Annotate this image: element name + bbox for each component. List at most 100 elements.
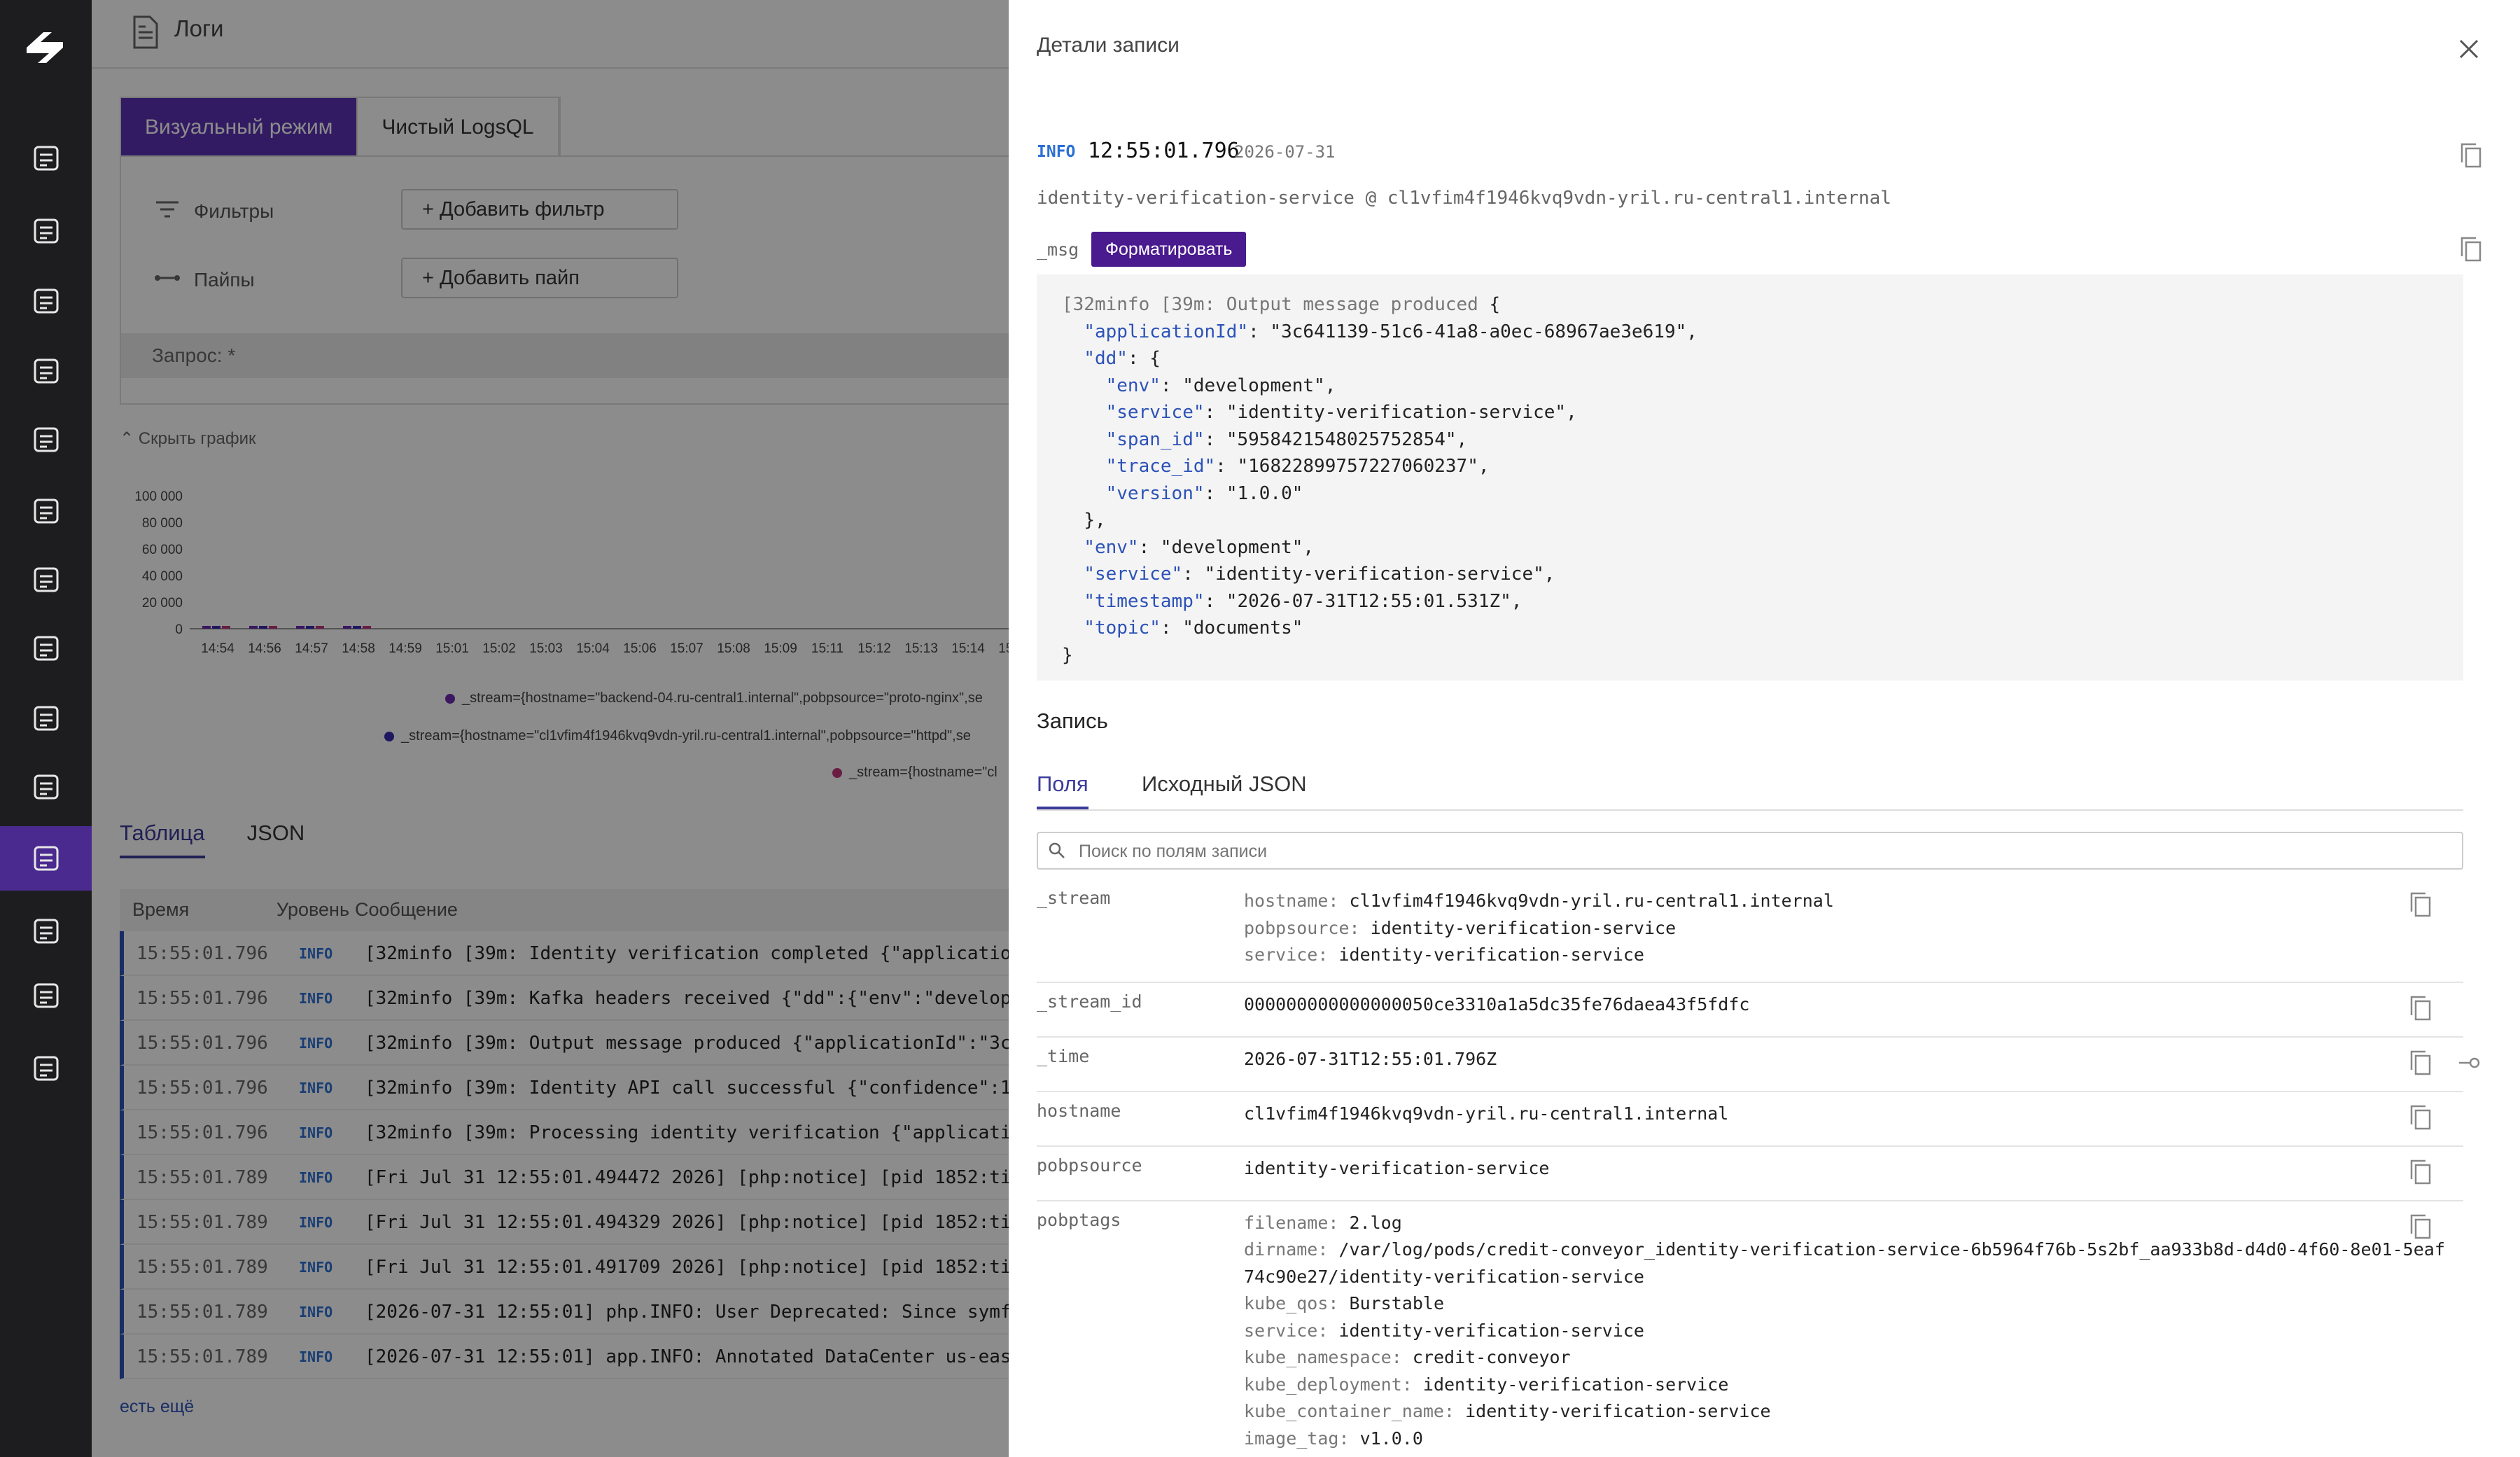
field-row-pobpsource: pobpsource identity-verification-service <box>1037 1145 2463 1201</box>
record-tabs: Поля Исходный JSON <box>1037 769 2463 811</box>
field-subkey: hostname: <box>1244 891 1339 911</box>
alerts-icon <box>34 567 58 592</box>
copy-icon[interactable] <box>2409 1213 2432 1241</box>
record-details-drawer: Детали записи INFO 12:55:01.796 2026-07-… <box>1009 0 2520 1457</box>
field-subkey: service: <box>1244 1320 1329 1341</box>
field-subkey: image_tag: <box>1244 1428 1350 1449</box>
search-icon <box>1049 842 1065 858</box>
json-key: "env" <box>1084 536 1139 558</box>
home-icon <box>34 146 58 171</box>
record-date: 2026-07-31 <box>1234 142 1336 162</box>
json-key: "version" <box>1105 482 1205 504</box>
sidebar-item-sync[interactable] <box>0 339 92 403</box>
json-value: : "identity-verification-service", <box>1204 402 1577 423</box>
drawer-title: Детали записи <box>1037 34 1180 57</box>
json-value: : "development", <box>1138 536 1315 558</box>
sidebar-item-home[interactable] <box>0 126 92 190</box>
lock-icon <box>34 983 58 1008</box>
field-subvalue: identity-verification-service <box>1338 944 1644 965</box>
field-subvalue: identity-verification-service <box>1465 1401 1771 1421</box>
field-subkey: pobpsource: <box>1244 917 1360 938</box>
sidebar-item-filters[interactable] <box>0 686 92 751</box>
format-button[interactable]: Форматировать <box>1091 232 1247 267</box>
message-json: [32minfo [39m: Output message produced {… <box>1062 291 2463 669</box>
field-row-pobptags: pobptags filename: 2.log dirname: /var/lo… <box>1037 1200 2463 1457</box>
pin-icon[interactable] <box>2458 1049 2482 1077</box>
field-subvalue: identity-verification-service <box>1244 1157 1550 1178</box>
field-subvalue: identity-verification-service <box>1422 1374 1729 1395</box>
sidebar-item-metrics[interactable] <box>0 755 92 819</box>
copy-icon[interactable] <box>2409 891 2432 919</box>
json-key: "span_id" <box>1105 428 1205 450</box>
field-key: _time <box>1037 1045 1090 1066</box>
field-subvalue: v1.0.0 <box>1359 1428 1423 1449</box>
json-value: : "5958421548025752854", <box>1204 428 1468 450</box>
json-value: : "16822899757227060237", <box>1215 456 1490 477</box>
copy-icon[interactable] <box>2409 1049 2432 1077</box>
storage-icon <box>34 427 58 452</box>
copy-icon[interactable] <box>2459 235 2483 263</box>
close-icon[interactable] <box>2456 36 2482 62</box>
field-subvalue: identity-verification-service <box>1370 917 1676 938</box>
field-row-stream: _stream hostname: cl1vfim4f1946kvq9vdn-yr… <box>1037 878 2463 983</box>
json-value: : "3c641139-51c6-41a8-a0ec-68967ae3e619"… <box>1248 321 1698 342</box>
field-subkey: service: <box>1244 944 1329 965</box>
modal-overlay[interactable] <box>92 0 1009 1457</box>
filters-icon <box>34 706 58 731</box>
copy-icon[interactable] <box>2409 1158 2432 1186</box>
field-subkey: kube_deployment: <box>1244 1374 1413 1395</box>
field-subkey: kube_container_name: <box>1244 1401 1455 1421</box>
sidebar-item-ai[interactable] <box>0 899 92 963</box>
json-value: : "1.0.0" <box>1204 482 1303 504</box>
sidebar-item-alerts[interactable] <box>0 548 92 612</box>
field-subvalue: Burstable <box>1349 1293 1444 1313</box>
json-value: : "development", <box>1160 375 1336 396</box>
json-value: : "2026-07-31T12:55:01.531Z", <box>1204 590 1522 612</box>
field-value: 2026-07-31T12:55:01.796Z <box>1244 1046 1497 1073</box>
message-body: [32minfo [39m: Output message produced {… <box>1037 274 2463 681</box>
explore-icon <box>34 288 58 314</box>
copy-icon[interactable] <box>2409 1103 2432 1131</box>
field-subvalue: cl1vfim4f1946kvq9vdn-yril.ru-central1.in… <box>1244 1103 1729 1124</box>
copy-icon[interactable] <box>2409 994 2432 1022</box>
sidebar-item-explore[interactable] <box>0 269 92 333</box>
field-subvalue: 000000000000000050ce3310a1a5dc35fe76daea… <box>1244 994 1750 1015</box>
field-subvalue: credit-conveyor <box>1412 1347 1571 1367</box>
record-source: identity-verification-service @ cl1vfim4… <box>1037 188 1891 209</box>
field-value: filename: 2.log dirname: /var/log/pods/c… <box>1244 1210 2445 1457</box>
field-subkey: kube_namespace: <box>1244 1347 1402 1367</box>
field-subkey: dirname: <box>1244 1239 1329 1260</box>
field-row-stream_id: _stream_id 000000000000000050ce3310a1a5dc… <box>1037 982 2463 1038</box>
tab-fields[interactable]: Поля <box>1037 772 1088 809</box>
json-key: "service" <box>1105 402 1205 423</box>
sidebar-item-lock[interactable] <box>0 963 92 1028</box>
sidebar-item-modules[interactable] <box>0 479 92 543</box>
field-key: pobpsource <box>1037 1155 1142 1176</box>
sidebar-item-logs[interactable] <box>0 826 92 891</box>
sidebar-item-storage[interactable] <box>0 407 92 472</box>
field-value: cl1vfim4f1946kvq9vdn-yril.ru-central1.in… <box>1244 1101 1728 1128</box>
sidebar-item-activity[interactable] <box>0 1036 92 1101</box>
field-key: _stream_id <box>1037 991 1142 1012</box>
msg-prefix: [32minfo [39m: Output message produced <box>1062 294 1490 315</box>
copy-icon[interactable] <box>2459 141 2483 169</box>
sidebar-item-dashboards[interactable] <box>0 199 92 263</box>
logo-icon[interactable] <box>24 27 66 69</box>
tab-raw-json[interactable]: Исходный JSON <box>1142 772 1307 807</box>
json-key: "trace_id" <box>1105 456 1216 477</box>
json-key: "topic" <box>1084 618 1161 639</box>
search-input[interactable] <box>1077 837 2410 865</box>
field-value: hostname: cl1vfim4f1946kvq9vdn-yril.ru-c… <box>1244 888 1834 969</box>
field-key: _stream <box>1037 888 1111 908</box>
json-value: : "identity-verification-service", <box>1182 564 1555 585</box>
modules-icon <box>34 499 58 524</box>
field-subvalue: cl1vfim4f1946kvq9vdn-yril.ru-central1.in… <box>1349 891 1834 911</box>
json-value: }, <box>1084 510 1106 531</box>
field-subvalue: 74c90e27/identity-verification-service <box>1244 1266 1644 1287</box>
sidebar-item-monitor[interactable] <box>0 616 92 681</box>
field-subvalue: identity-verification-service <box>1338 1320 1644 1341</box>
metrics-icon <box>34 774 58 800</box>
json-key: "dd" <box>1084 348 1128 369</box>
dashboards-icon <box>34 218 58 244</box>
record-section-title: Запись <box>1037 709 1108 733</box>
